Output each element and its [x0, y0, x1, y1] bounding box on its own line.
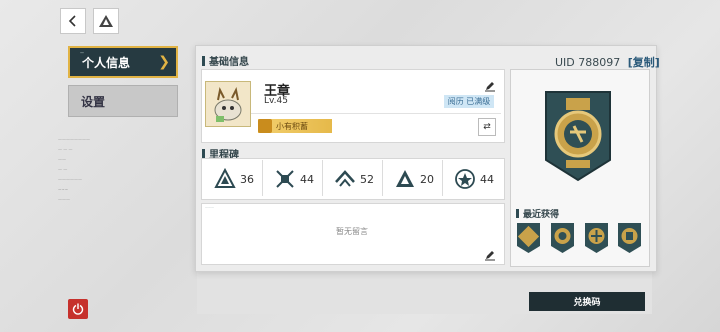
medal-2-icon[interactable] [550, 222, 575, 254]
experience-badge: 阅历 已满级 [444, 95, 494, 108]
avatar[interactable] [205, 81, 251, 127]
swap-icon: ⇄ [483, 122, 491, 132]
medal-tag-label: 小有积蓄 [276, 121, 308, 131]
power-icon [72, 303, 84, 315]
medal-1-icon[interactable] [516, 222, 541, 254]
chevron-left-icon [68, 15, 76, 27]
uid-value: 788097 [578, 56, 621, 69]
milestone-pyramid-icon [396, 170, 414, 187]
recent-title: 最近获得 [516, 207, 559, 220]
milestone-divider [262, 160, 263, 196]
chevron-right-icon: ❯ [158, 54, 170, 70]
back-button[interactable] [60, 8, 86, 34]
sidebar-item-decoration: — [80, 50, 84, 55]
left-decoration: ———————— — — — —— — — —————— ~~~ ——— [58, 137, 90, 202]
milestone-value: 44 [300, 172, 314, 186]
medal-tag[interactable]: 小有积蓄 [258, 119, 332, 133]
milestone-value: 44 [480, 172, 494, 186]
medal-tag-icon [258, 119, 272, 133]
milestone-item[interactable]: 44 [264, 160, 324, 198]
edit-name-icon[interactable] [484, 80, 496, 92]
sidebar-item-settings[interactable]: 设置 [68, 85, 178, 117]
uid-display: UID 788097 [复制] [555, 54, 660, 70]
power-button[interactable] [68, 299, 88, 319]
milestone-triangle-icon [214, 168, 236, 188]
triangle-logo-icon [99, 15, 113, 27]
message-empty-text: 暂无留言 [336, 227, 368, 236]
milestone-value: 20 [420, 172, 434, 186]
basic-info-title: 基础信息 [202, 53, 249, 68]
sidebar-item-profile[interactable]: — 个人信息 ❯ [68, 46, 178, 78]
milestone-value: 36 [240, 172, 254, 186]
milestone-chevron-icon [335, 170, 355, 187]
copy-uid-button[interactable]: [复制] [628, 56, 660, 69]
redeem-code-button[interactable]: 兑换码 [529, 292, 645, 311]
milestone-item[interactable]: 52 [324, 160, 384, 198]
edit-message-icon[interactable] [484, 249, 496, 261]
avatar-creature-icon [214, 86, 242, 122]
medal-4-icon[interactable] [617, 222, 642, 254]
milestone-item[interactable]: 36 [204, 160, 264, 198]
milestone-divider [382, 160, 383, 196]
player-level: Lv.45 [264, 96, 288, 106]
medal-3-icon[interactable] [584, 222, 609, 254]
milestone-divider [322, 160, 323, 196]
milestone-star-icon [455, 169, 475, 189]
featured-medal-icon[interactable] [544, 90, 612, 182]
milestone-item[interactable]: 44 [444, 160, 504, 198]
sidebar-item-label: 个人信息 [82, 55, 131, 70]
swap-medal-button[interactable]: ⇄ [478, 118, 496, 136]
milestone-value: 52 [360, 172, 374, 186]
milestone-divider [442, 160, 443, 196]
logo-button[interactable] [93, 8, 119, 34]
sidebar-item-label: 设置 [81, 94, 106, 109]
message-board-decoration: ——— [205, 205, 214, 209]
milestone-item[interactable]: 20 [384, 160, 444, 198]
card-divider [251, 113, 501, 114]
uid-label: UID [555, 56, 575, 69]
milestone-cross-icon [276, 170, 294, 188]
